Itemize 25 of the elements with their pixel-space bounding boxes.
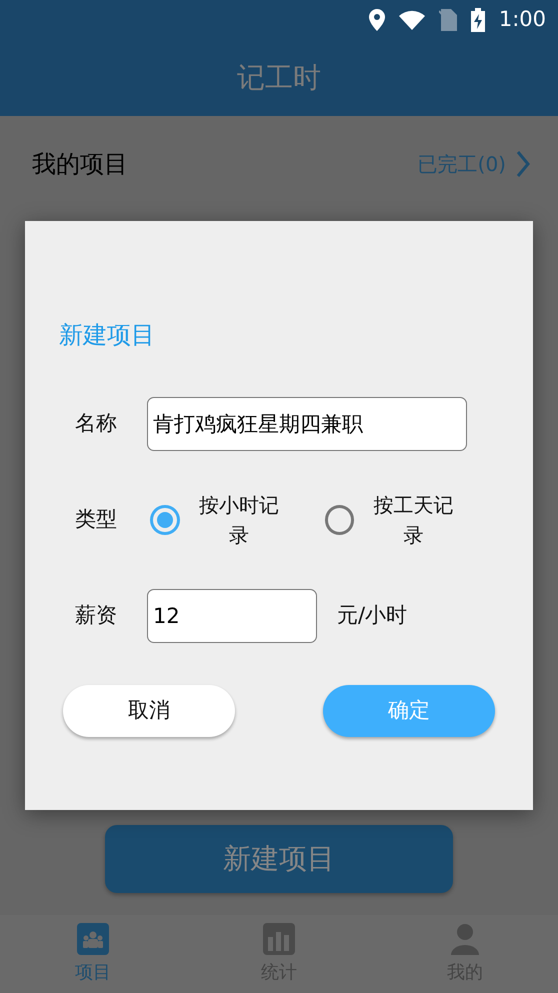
bar-chart-icon — [263, 922, 295, 954]
dialog-title: 新建项目 — [59, 320, 156, 351]
people-icon — [77, 922, 109, 954]
unit-label: 元/小时 — [337, 602, 408, 630]
salary-field[interactable]: 12 — [147, 589, 317, 643]
person-icon — [449, 922, 481, 954]
radio-option[interactable]: 按小时记录 — [146, 490, 289, 550]
battery-charging-icon — [470, 8, 485, 32]
wifi-icon — [398, 10, 425, 30]
location-icon — [368, 9, 385, 31]
field-label: 薪资 — [74, 602, 118, 630]
cancel-button[interactable]: 取消 — [63, 685, 235, 737]
field-label: 名称 — [74, 410, 118, 438]
field-label: 类型 — [74, 506, 118, 534]
new-project-button[interactable]: 新建项目 — [105, 825, 453, 893]
section-title: 我的项目 — [32, 149, 128, 180]
nav-tab[interactable]: 项目 — [0, 915, 186, 993]
app-title: 记工时 — [237, 60, 321, 96]
completed-link[interactable]: 已完工(0) — [418, 149, 530, 179]
confirm-button[interactable]: 确定 — [323, 685, 495, 737]
status-time: 1:00 — [498, 6, 546, 34]
radio-option[interactable]: 按工天记录 — [320, 490, 463, 550]
no-sim-icon — [438, 9, 457, 31]
name-field[interactable]: 肯打鸡疯狂星期四兼职 — [147, 397, 467, 451]
chevron-right-icon — [516, 150, 530, 178]
